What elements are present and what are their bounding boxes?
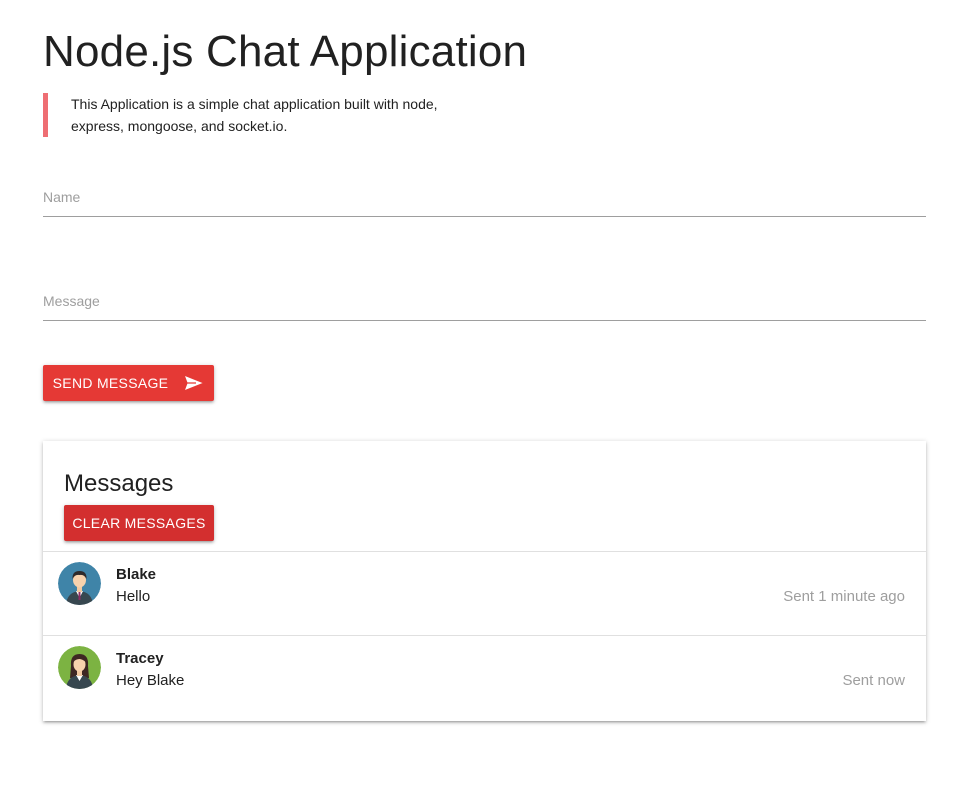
name-input[interactable] — [43, 185, 926, 216]
name-field[interactable] — [43, 185, 926, 217]
male-avatar-icon — [58, 562, 101, 605]
send-message-button[interactable]: SEND MESSAGE — [43, 365, 214, 401]
message-timestamp: Sent now — [842, 672, 905, 689]
message-timestamp: Sent 1 minute ago — [783, 588, 905, 605]
female-avatar-icon — [58, 646, 101, 689]
intro-blockquote: This Application is a simple chat applic… — [43, 93, 463, 137]
message-field[interactable] — [43, 289, 926, 321]
send-message-label: SEND MESSAGE — [52, 375, 169, 391]
message-text: Hello — [116, 588, 151, 605]
messages-title: Messages — [64, 470, 174, 497]
message-author: Blake — [116, 566, 157, 583]
list-item: Tracey Hey Blake Sent now — [43, 635, 926, 719]
send-icon — [184, 375, 205, 391]
message-text: Hey Blake — [116, 672, 185, 689]
messages-list: Blake Hello Sent 1 minute ago Tracey Hey… — [43, 551, 926, 719]
messages-card: Messages CLEAR MESSAGES Blake Hello Sent… — [43, 441, 926, 721]
message-input[interactable] — [43, 289, 926, 320]
message-author: Tracey — [116, 650, 164, 667]
list-item: Blake Hello Sent 1 minute ago — [43, 551, 926, 635]
clear-messages-button[interactable]: CLEAR MESSAGES — [64, 505, 214, 541]
page-title: Node.js Chat Application — [43, 27, 528, 76]
